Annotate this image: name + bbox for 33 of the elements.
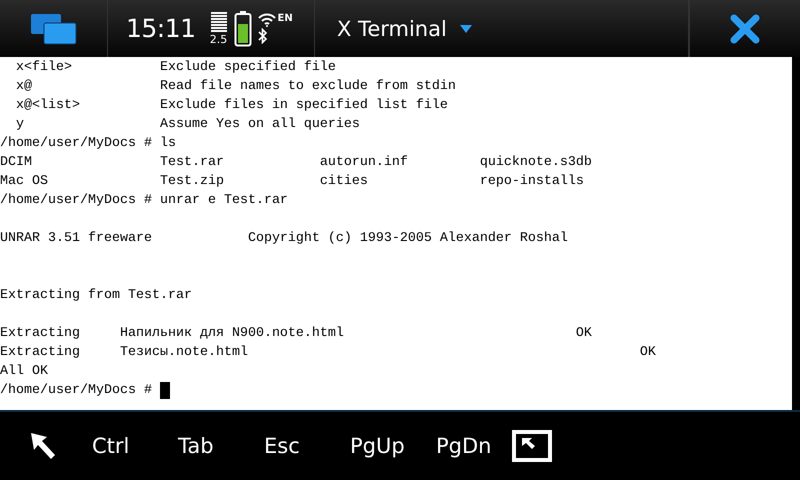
terminal-line: Extracting Тезисы.note.html OK: [0, 344, 656, 362]
terminal-line: x<file> Exclude specified file: [14, 59, 336, 77]
battery-icon: [234, 10, 252, 46]
clock-time: 15:11: [126, 14, 196, 43]
terminal-line: All OK: [0, 363, 48, 381]
terminal-line: y Assume Yes on all queries: [14, 116, 360, 134]
terminal-line: Mac OS Test.zip cities repo-installs: [0, 173, 584, 191]
key-button[interactable]: Tab: [178, 430, 264, 462]
terminal-prompt: /home/user/MyDocs #: [0, 382, 153, 400]
terminal-line: Extracting from Test.rar: [0, 287, 192, 305]
close-icon[interactable]: [730, 14, 760, 44]
terminal-line: /home/user/MyDocs # unrar e Test.rar: [0, 192, 288, 210]
text-cursor: [160, 382, 170, 399]
app-title-menu[interactable]: X Terminal: [337, 16, 473, 40]
bluetooth-icon: [258, 28, 268, 44]
wifi-icon: [258, 13, 276, 27]
task-switcher-icon[interactable]: [30, 12, 78, 44]
key-button[interactable]: PgUp: [350, 430, 436, 462]
terminal-line: x@ Read file names to exclude from stdin: [14, 78, 456, 96]
network-type: 2.5: [210, 34, 228, 45]
signal-bars-icon: [210, 12, 228, 34]
terminal-line: x@<list> Exclude files in specified list file: [14, 97, 448, 115]
terminal-line: /home/user/MyDocs # ls: [0, 135, 176, 153]
fullscreen-icon[interactable]: [512, 430, 552, 462]
pointer-arrow-icon[interactable]: [29, 431, 57, 461]
terminal-line: UNRAR 3.51 freeware Copyright (c) 1993-2005 Alexander Roshal: [0, 230, 568, 248]
key-button[interactable]: Ctrl: [92, 430, 178, 462]
language-label: EN: [278, 13, 293, 24]
terminal-line: Extracting Напильник для N900.note.html OK: [0, 325, 592, 343]
terminal-line: DCIM Test.rar autorun.inf quicknote.s3db: [0, 154, 592, 172]
key-button[interactable]: PgDn: [436, 430, 522, 462]
dropdown-caret-icon: [458, 24, 473, 34]
key-button[interactable]: Esc: [264, 430, 350, 462]
